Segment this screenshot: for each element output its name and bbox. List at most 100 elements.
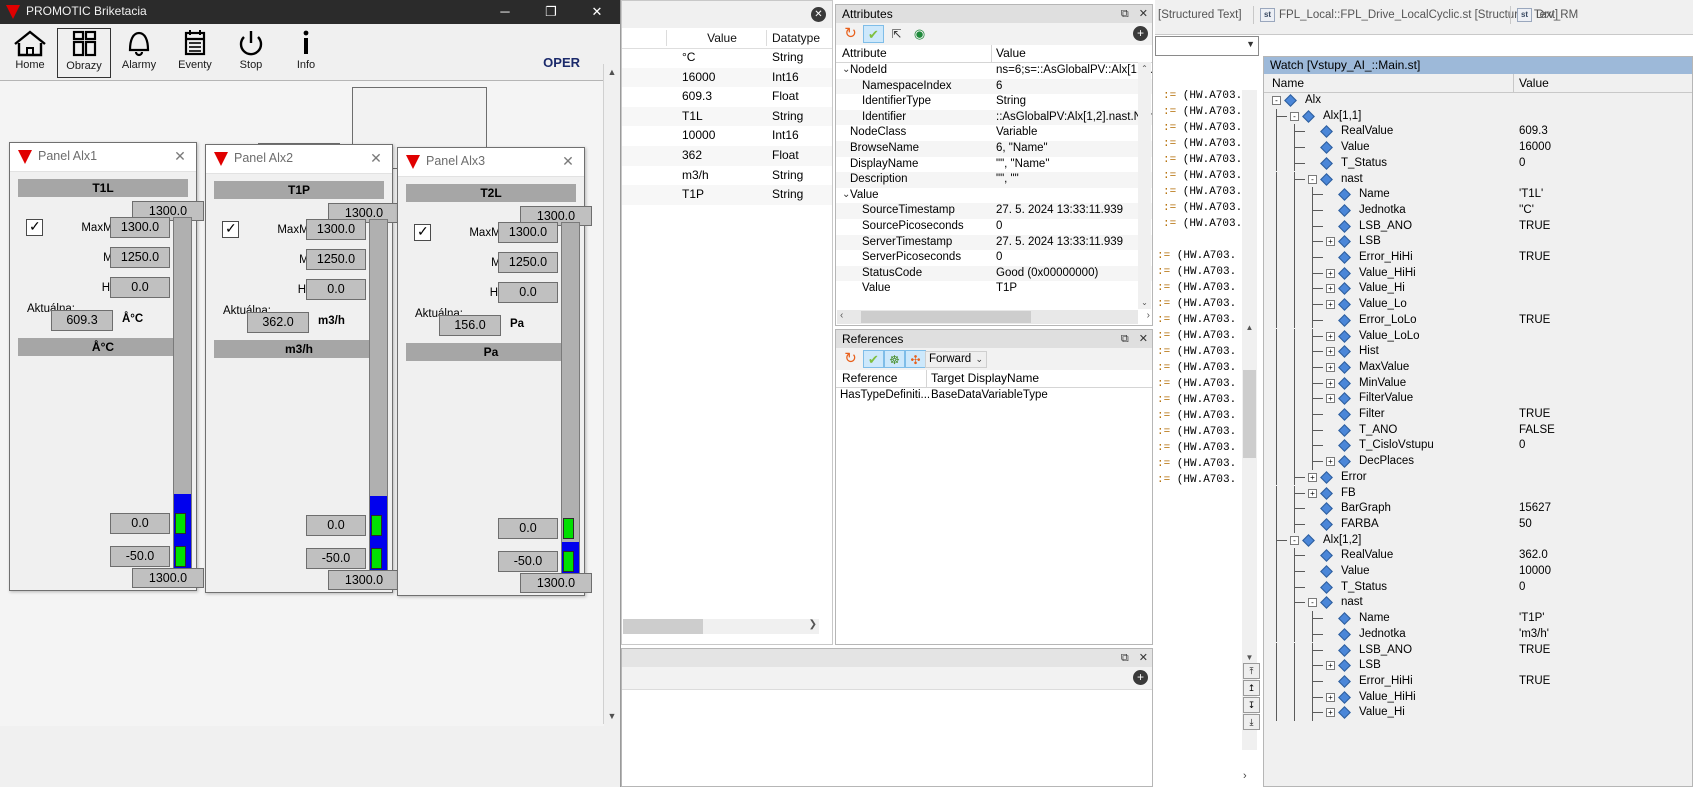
- editor-scope-combobox[interactable]: ▼: [1155, 36, 1259, 56]
- attributes-row[interactable]: ⌄ NodeId ns=6;s=::AsGlobalPV::Alx[1,2].: [836, 63, 1152, 79]
- opc-row[interactable]: °C String: [622, 48, 832, 68]
- attributes-horizontal-scrollbar[interactable]: ‹ ›: [837, 310, 1150, 324]
- attributes-row[interactable]: Value T1P: [836, 281, 1152, 297]
- attributes-float-icon[interactable]: ⧉: [1121, 8, 1129, 20]
- attributes-row[interactable]: SourcePicoseconds 0: [836, 219, 1152, 235]
- check-icon[interactable]: ✔: [863, 350, 884, 368]
- code-nav-top-button[interactable]: ⤒: [1243, 663, 1260, 679]
- watch-row[interactable]: + MinValue: [1264, 375, 1692, 392]
- panel-alx3-bottom-value[interactable]: 1300.0: [520, 573, 592, 593]
- watch-row[interactable]: Value 16000: [1264, 140, 1692, 156]
- watch-row[interactable]: + Value_HiHi: [1264, 689, 1692, 706]
- panel-alx1-close-icon[interactable]: ✕: [170, 146, 190, 166]
- watch-row[interactable]: T_Status 0: [1264, 579, 1692, 596]
- expand-icon[interactable]: +: [1326, 661, 1335, 671]
- opc-horizontal-scrollbar[interactable]: ❯: [623, 619, 819, 634]
- cursor-icon[interactable]: ⇱: [886, 25, 907, 43]
- opc-row[interactable]: T1P String: [622, 185, 832, 205]
- maximize-button[interactable]: ❐: [528, 0, 574, 24]
- opc-row[interactable]: T1L String: [622, 106, 832, 127]
- watch-row[interactable]: T_Status 0: [1264, 155, 1692, 172]
- references-row[interactable]: HasTypeDefiniti... BaseDataVariableType: [836, 388, 1152, 405]
- watch-row[interactable]: FARBA 50: [1264, 516, 1692, 533]
- watch-row[interactable]: + Value_HiHi: [1264, 265, 1692, 282]
- watch-row[interactable]: - Alx: [1264, 93, 1692, 109]
- expand-icon[interactable]: +: [1326, 300, 1335, 310]
- attributes-row[interactable]: ⌄ Value: [836, 188, 1152, 204]
- tab-structured-text-1[interactable]: [Structured Text]: [1158, 9, 1242, 21]
- expand-icon[interactable]: +: [1326, 457, 1335, 467]
- tab-drv-rm[interactable]: Drv_RM: [1536, 9, 1578, 21]
- watch-row[interactable]: + DecPlaces: [1264, 454, 1692, 470]
- watch-row[interactable]: + LSB: [1264, 234, 1692, 250]
- attributes-row[interactable]: DisplayName "", "Name": [836, 157, 1152, 173]
- collapse-icon[interactable]: -: [1308, 598, 1317, 608]
- watch-row[interactable]: + Value_Hi: [1264, 705, 1692, 721]
- attributes-row[interactable]: ServerTimestamp 27. 5. 2024 13:33:11.939: [836, 234, 1152, 251]
- attributes-row[interactable]: SourceTimestamp 27. 5. 2024 13:33:11.939: [836, 203, 1152, 219]
- watch-row[interactable]: + Value_Lo: [1264, 297, 1692, 313]
- panel-alx2-maxmax-value[interactable]: 1300.0: [306, 219, 366, 240]
- code-nav-prev-button[interactable]: ↥: [1243, 680, 1260, 696]
- attr-scroll-down-arrow[interactable]: ⌄: [1138, 296, 1151, 309]
- expand-icon[interactable]: +: [1326, 708, 1335, 718]
- panel-alx2-min-value[interactable]: 0.0: [306, 515, 366, 536]
- watch-row[interactable]: LSB_ANO TRUE: [1264, 642, 1692, 659]
- attr-hscroll-left-arrow[interactable]: ‹: [840, 310, 843, 321]
- panel-alx1-min-value[interactable]: 0.0: [110, 513, 170, 534]
- toolbar-item-obrazy[interactable]: Obrazy: [57, 28, 111, 78]
- scroll-up-arrow[interactable]: ▲: [604, 64, 620, 80]
- opc-row[interactable]: m3/h String: [622, 166, 832, 186]
- expand-icon[interactable]: +: [1326, 394, 1335, 404]
- opc-row[interactable]: 362 Float: [622, 146, 832, 166]
- expand-icon[interactable]: +: [1326, 378, 1335, 388]
- toolbar-item-home[interactable]: Home: [4, 28, 56, 76]
- attr-hscroll-thumb[interactable]: [861, 311, 1031, 323]
- code-vertical-scrollbar[interactable]: ▲ ▼: [1242, 90, 1257, 750]
- watch-row[interactable]: RealValue 362.0: [1264, 548, 1692, 564]
- watch-col-name[interactable]: Name: [1272, 76, 1304, 90]
- panel-alx1-bottom-value[interactable]: 1300.0: [132, 568, 204, 588]
- watch-row[interactable]: - nast: [1264, 595, 1692, 612]
- watch-row[interactable]: RealValue 609.3: [1264, 124, 1692, 141]
- watch-row[interactable]: Name 'T1L': [1264, 187, 1692, 203]
- panel-alx3-maxmax-value[interactable]: 1300.0: [498, 222, 558, 243]
- expand-icon[interactable]: +: [1326, 362, 1335, 372]
- references-col-target[interactable]: Target DisplayName: [931, 371, 1039, 385]
- watch-row[interactable]: + Error: [1264, 469, 1692, 486]
- expand-icon[interactable]: +: [1308, 472, 1317, 482]
- watch-row[interactable]: - Alx[1,1]: [1264, 108, 1692, 125]
- bottom-pane-add-icon[interactable]: +: [1133, 670, 1148, 685]
- close-button[interactable]: ✕: [574, 0, 620, 24]
- attributes-col-attribute[interactable]: Attribute: [842, 46, 887, 60]
- watch-row[interactable]: Jednotka 'm3/h': [1264, 626, 1692, 643]
- attributes-vertical-scrollbar[interactable]: ⌃ ⌄: [1138, 62, 1151, 309]
- watch-row[interactable]: Error_LoLo TRUE: [1264, 312, 1692, 329]
- nodes-icon[interactable]: ✣: [905, 350, 926, 368]
- attributes-row[interactable]: Identifier::AsGlobalPV:Alx[1,2].nast.Nam: [836, 109, 1152, 126]
- collapse-icon[interactable]: -: [1290, 111, 1299, 121]
- panel-alx2-bottom-value[interactable]: 1300.0: [328, 570, 400, 590]
- refresh-icon[interactable]: ↻: [840, 25, 861, 43]
- expand-icon[interactable]: +: [1326, 347, 1335, 357]
- attr-hscroll-right-arrow[interactable]: ›: [1147, 310, 1150, 321]
- references-float-icon[interactable]: ⧉: [1121, 333, 1129, 345]
- watch-row[interactable]: Error_HiHi TRUE: [1264, 250, 1692, 266]
- watch-row[interactable]: - nast: [1264, 171, 1692, 188]
- collapse-icon[interactable]: -: [1272, 96, 1281, 105]
- expand-icon[interactable]: +: [1326, 331, 1335, 341]
- attr-scroll-up-arrow[interactable]: ⌃: [1138, 62, 1151, 75]
- panel-alx3-min-value[interactable]: 0.0: [498, 518, 558, 539]
- panel-alx3-minmin-value[interactable]: -50.0: [498, 551, 558, 572]
- watch-row[interactable]: BarGraph 15627: [1264, 501, 1692, 517]
- panel-alx2-hyst-value[interactable]: 0.0: [306, 279, 366, 300]
- attributes-row[interactable]: BrowseName 6, "Name": [836, 141, 1152, 157]
- toolbar-item-alarmy[interactable]: Alarmy: [113, 28, 165, 76]
- minimize-button[interactable]: ─: [482, 0, 528, 24]
- panel-alx3-hyst-value[interactable]: 0.0: [498, 282, 558, 303]
- watch-row[interactable]: T_ANO FALSE: [1264, 422, 1692, 439]
- code-nav-bottom-button[interactable]: ⤓: [1243, 714, 1260, 730]
- attributes-row[interactable]: ServerPicoseconds 0: [836, 250, 1152, 266]
- references-direction-select[interactable]: Forward ⌄: [925, 351, 987, 368]
- references-close-icon[interactable]: ✕: [1139, 333, 1148, 345]
